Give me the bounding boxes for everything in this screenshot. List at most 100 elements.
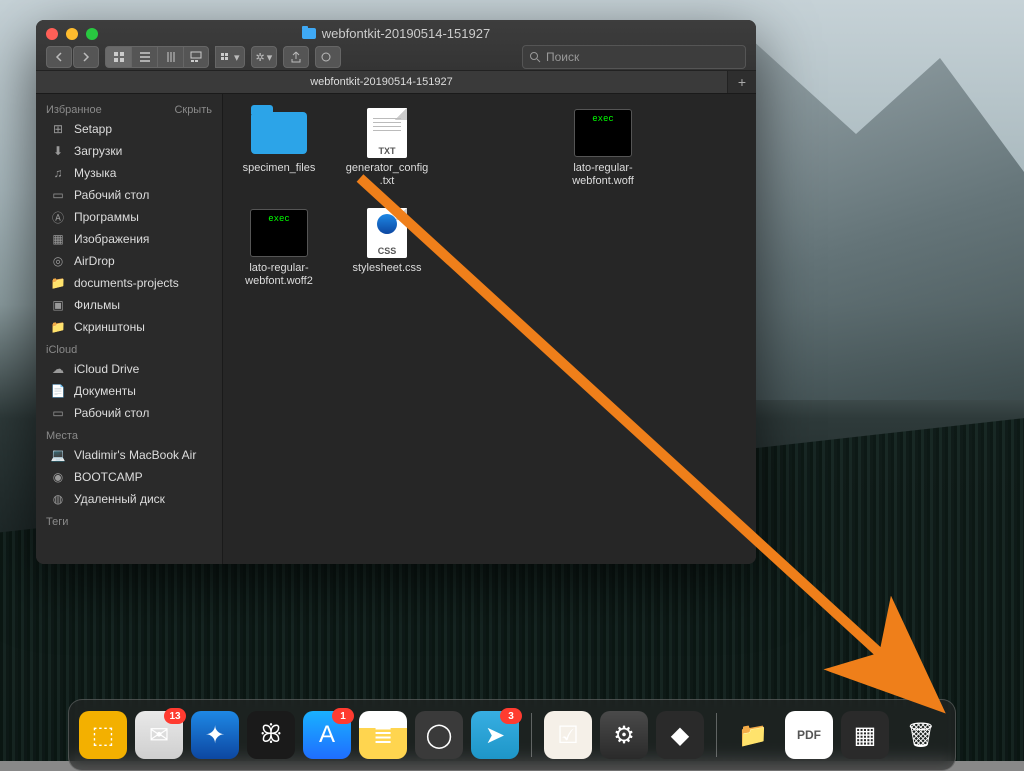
sidebar-section-header: Избранное Скрыть <box>36 98 222 118</box>
dock-settings[interactable]: ⚙ <box>600 711 648 759</box>
dock-forklift[interactable]: ⬚ <box>79 711 127 759</box>
content-area[interactable]: specimen_filesTXTgenerator_config.txtexe… <box>223 94 756 564</box>
titlebar: webfontkit-20190514-151927 <box>36 20 756 71</box>
sidebar-item-label: BOOTCAMP <box>74 470 143 484</box>
sidebar-section-header: Места <box>36 424 222 444</box>
pictures-icon: ▦ <box>50 231 66 247</box>
folder-icon <box>302 28 316 39</box>
dock-notes[interactable]: ≣ <box>359 711 407 759</box>
dock-logic[interactable]: ◯ <box>415 711 463 759</box>
sidebar-item-label: AirDrop <box>74 254 115 268</box>
apps-icon: Ⓐ <box>50 209 66 225</box>
sidebar-item-desktop2[interactable]: ▭Рабочий стол <box>36 402 222 424</box>
sidebar-item-downloads[interactable]: ⬇ Загрузки <box>36 140 222 162</box>
document-icon: 📄 <box>50 383 66 399</box>
file-item[interactable]: execlato-regular-webfont.woff <box>561 108 645 188</box>
sidebar-item-label: iCloud Drive <box>74 362 139 376</box>
sidebar-item-documents[interactable]: 📄Документы <box>36 380 222 402</box>
dock-appstore[interactable]: A1 <box>303 711 351 759</box>
dock-telegram[interactable]: ➤3 <box>471 711 519 759</box>
sidebar-section-title: Места <box>46 430 78 442</box>
badge: 13 <box>164 708 186 724</box>
sidebar-item-label: Фильмы <box>74 298 120 312</box>
sidebar-item-airdrop[interactable]: ◎ AirDrop <box>36 250 222 272</box>
cloud-icon: ☁ <box>50 361 66 377</box>
dock-mail[interactable]: ✉13 <box>135 711 183 759</box>
laptop-icon: 💻 <box>50 447 66 463</box>
dock-pdf[interactable]: PDF <box>785 711 833 759</box>
sidebar-section-title: Избранное <box>46 104 102 116</box>
grid-icon: ⊞ <box>50 121 66 137</box>
dock-separator <box>716 713 717 757</box>
sidebar-item-label: documents-projects <box>74 276 179 290</box>
sidebar-item-bootcamp[interactable]: ◉BOOTCAMP <box>36 466 222 488</box>
view-icon-button[interactable] <box>105 46 131 68</box>
view-columns-button[interactable] <box>157 46 183 68</box>
sidebar-item-remotedisk[interactable]: ◍Удаленный диск <box>36 488 222 510</box>
sidebar-item-screenshots[interactable]: 📁Скринштоны <box>36 316 222 338</box>
dock-screens[interactable]: ▦ <box>841 711 889 759</box>
sidebar-section-header: iCloud <box>36 338 222 358</box>
arrange-button[interactable]: ▾ <box>215 46 245 68</box>
airdrop-icon: ◎ <box>50 253 66 269</box>
search-placeholder: Поиск <box>546 50 579 64</box>
badge: 3 <box>500 708 522 724</box>
sidebar-item-label: Программы <box>74 210 139 224</box>
dock-separator <box>531 713 532 757</box>
file-item[interactable]: exec lato-regular-webfont.woff2 <box>237 208 321 288</box>
exec-file-icon: exec <box>249 208 309 258</box>
sidebar-item-label: Изображения <box>74 232 149 246</box>
sidebar-item-movies[interactable]: ▣Фильмы <box>36 294 222 316</box>
sidebar-item-label: Музыка <box>74 166 116 180</box>
back-button[interactable] <box>46 46 72 68</box>
action-button[interactable]: ✲ ▾ <box>251 46 278 68</box>
sidebar-item-music[interactable]: ♫ Музыка <box>36 162 222 184</box>
sidebar-item-desktop[interactable]: ▭Рабочий стол <box>36 184 222 206</box>
tab-bar: webfontkit-20190514-151927 + <box>36 71 756 94</box>
share-button[interactable] <box>283 46 309 68</box>
new-tab-button[interactable]: + <box>728 71 756 93</box>
sidebar-hide-link[interactable]: Скрыть <box>174 104 212 116</box>
window-title-text: webfontkit-20190514-151927 <box>322 26 490 41</box>
desktop-icon: ▭ <box>50 187 66 203</box>
dock-area: ⬚✉13✦ꕥA1≣◯➤3 ☑⚙◆ 📁PDF▦🗑 <box>0 691 1024 761</box>
file-name: generator_config.txt <box>345 162 429 188</box>
file-name: lato-regular-webfont.woff2 <box>237 262 321 288</box>
search-icon <box>529 51 541 63</box>
dock-butterfly[interactable]: ꕥ <box>247 711 295 759</box>
toolbar: ▾ ✲ ▾ Поиск <box>46 46 746 68</box>
sidebar-item-iclouddrive[interactable]: ☁ iCloud Drive <box>36 358 222 380</box>
sidebar-item-label: Загрузки <box>74 144 122 158</box>
dock-things[interactable]: ☑ <box>544 711 592 759</box>
sidebar-item-macbookair[interactable]: 💻Vladimir's MacBook Air <box>36 444 222 466</box>
sidebar-section-header: Теги <box>36 510 222 530</box>
dock: ⬚✉13✦ꕥA1≣◯➤3 ☑⚙◆ 📁PDF▦🗑 <box>68 699 956 771</box>
sidebar-item-pictures[interactable]: ▦ Изображения <box>36 228 222 250</box>
sidebar-item-apps[interactable]: Ⓐ Программы <box>36 206 222 228</box>
file-item[interactable]: specimen_files <box>237 108 321 188</box>
dock-trash[interactable]: 🗑 <box>897 711 945 759</box>
download-icon: ⬇ <box>50 143 66 159</box>
dock-cleanmymac[interactable]: ◆ <box>656 711 704 759</box>
folder-icon <box>249 108 309 158</box>
forward-button[interactable] <box>73 46 99 68</box>
sidebar-section-title: Теги <box>46 516 68 528</box>
sidebar-item-setapp[interactable]: ⊞Setapp <box>36 118 222 140</box>
tab-label: webfontkit-20190514-151927 <box>310 76 453 88</box>
tags-button[interactable] <box>315 46 341 68</box>
sidebar-section-title: iCloud <box>46 344 77 356</box>
sidebar-item-docsproj[interactable]: 📁 documents-projects <box>36 272 222 294</box>
file-item[interactable]: CSSstylesheet.css <box>345 208 429 288</box>
file-item[interactable]: TXTgenerator_config.txt <box>345 108 429 188</box>
view-list-button[interactable] <box>131 46 157 68</box>
file-name: stylesheet.css <box>352 262 421 275</box>
dock-dropbox[interactable]: 📁 <box>729 711 777 759</box>
sidebar-item-label: Скринштоны <box>74 320 145 334</box>
view-gallery-button[interactable] <box>183 46 209 68</box>
dock-safari[interactable]: ✦ <box>191 711 239 759</box>
music-icon: ♫ <box>50 165 66 181</box>
folder-icon: 📁 <box>50 275 66 291</box>
tab-current[interactable]: webfontkit-20190514-151927 <box>36 71 728 93</box>
search-field[interactable]: Поиск <box>522 45 746 69</box>
file-name: specimen_files <box>243 162 316 175</box>
